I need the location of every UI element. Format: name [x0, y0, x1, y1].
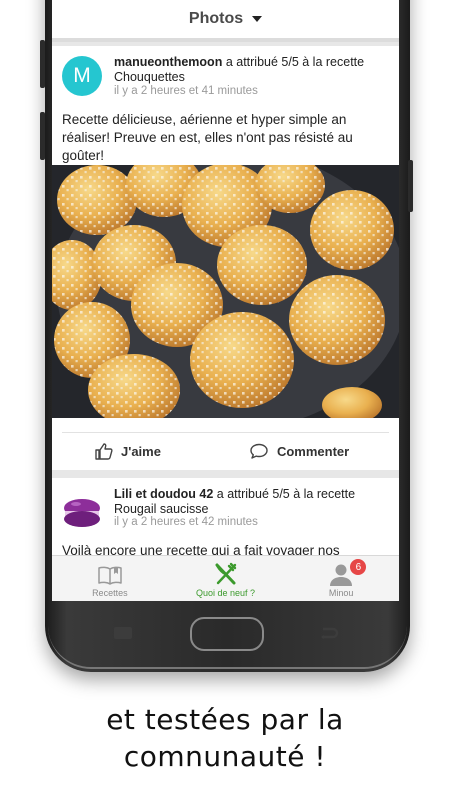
macaron-avatar-image: [62, 492, 102, 532]
chouquettes-illustration: [52, 165, 399, 418]
avatar[interactable]: [62, 492, 102, 532]
tab-quoi-de-neuf[interactable]: Quoi de neuf ?: [168, 556, 284, 601]
page-title: Photos: [188, 10, 244, 27]
comment-button[interactable]: Commenter: [249, 443, 349, 460]
power-button: [408, 160, 413, 212]
recent-apps-icon: [114, 627, 132, 639]
recipe-link[interactable]: Chouquettes: [114, 70, 185, 84]
recipe-photo[interactable]: [52, 165, 399, 418]
post-actions: J'aime Commenter: [62, 432, 389, 470]
tab-label: Recettes: [92, 588, 128, 598]
comment-bubble-icon: [250, 443, 268, 459]
comment-label: Commenter: [276, 444, 350, 459]
chevron-down-icon[interactable]: [252, 16, 263, 22]
tab-recettes[interactable]: Recettes: [52, 556, 168, 601]
bottom-tab-bar: Recettes Quoi de neuf ? 6 Minou: [52, 555, 399, 601]
caption-line-2: comnunauté !: [123, 740, 327, 773]
avatar-letter: M: [73, 64, 91, 87]
home-button[interactable]: [190, 617, 264, 651]
like-button[interactable]: J'aime: [95, 443, 161, 460]
post-action: a attribué 5/5 à la recette: [222, 55, 365, 69]
tab-minou[interactable]: 6 Minou: [283, 556, 399, 601]
volume-button: [40, 40, 45, 88]
notification-badge: 6: [350, 559, 367, 575]
book-icon: [98, 566, 122, 585]
post-headline: Lili et doudou 42 a attribué 5/5 à la re…: [114, 487, 391, 517]
fork-knife-icon: [215, 562, 236, 585]
caption-line-1: et testées par la: [106, 703, 344, 736]
back-key[interactable]: [318, 626, 340, 640]
recipe-link[interactable]: Rougail saucisse: [114, 502, 209, 516]
avatar[interactable]: M: [62, 56, 102, 96]
post-headline: manueonthemoon a attribué 5/5 à la recet…: [114, 55, 391, 85]
post-action: a attribué 5/5 à la recette: [213, 487, 356, 501]
header-bar[interactable]: Photos: [52, 0, 399, 42]
thumbs-up-icon: [95, 443, 113, 460]
feed-post: M manueonthemoon a attribué 5/5 à la rec…: [52, 46, 399, 470]
post-username[interactable]: manueonthemoon: [114, 55, 222, 69]
back-arrow-icon: [321, 627, 339, 639]
post-text: Recette délicieuse, aérienne et hyper si…: [62, 112, 353, 163]
post-username[interactable]: Lili et doudou 42: [114, 487, 213, 501]
volume-button-lower: [40, 112, 45, 160]
tab-label: Quoi de neuf ?: [195, 588, 256, 598]
post-timestamp: il y a 2 heures et 41 minutes: [114, 85, 258, 97]
app-screen: Photos M manueonthemoon a attribué 5/5 à…: [52, 0, 399, 601]
post-timestamp: il y a 2 heures et 42 minutes: [114, 516, 258, 528]
recent-apps-key[interactable]: [112, 626, 134, 640]
like-label: J'aime: [121, 444, 161, 459]
tab-label: Minou: [328, 588, 354, 598]
